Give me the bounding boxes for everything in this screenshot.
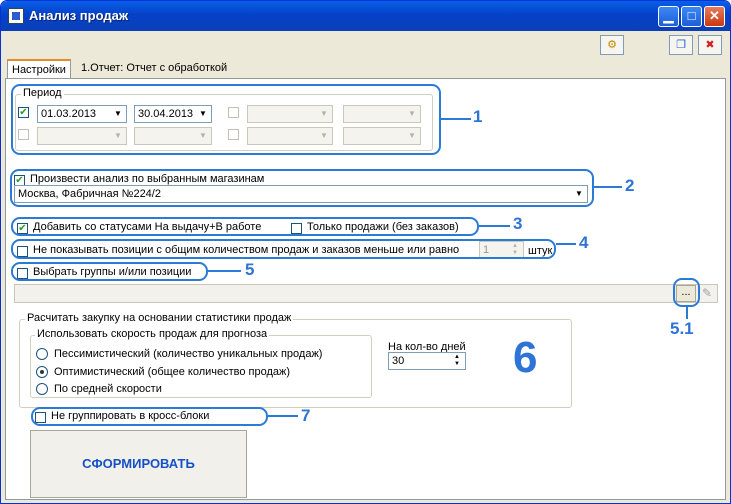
title-bar: Анализ продаж ▁ □ ✕	[1, 1, 730, 31]
paperclip-icon[interactable]: ✎	[698, 285, 716, 302]
callout-line-4	[556, 243, 576, 245]
settings-panel: Период ✔ 01.03.2013 ▼ 30.04.2013 ▼ ▼ ▼ ▼ ▼…	[5, 78, 726, 500]
callout-number-5-1: 5.1	[670, 319, 694, 338]
callout-line-2	[594, 186, 622, 188]
callout-line-5	[208, 270, 241, 272]
callout-box-3	[11, 217, 479, 236]
callout-number-2: 2	[625, 176, 635, 195]
app-icon	[8, 8, 24, 24]
main-window: Анализ продаж ▁ □ ✕ ⚙ ❐ ✖ Настройки 1.От…	[0, 0, 731, 504]
days-stepper[interactable]: 30 ▲ ▼	[388, 352, 466, 370]
callout-line-3	[479, 225, 510, 227]
radio-optimistic-label: Оптимистический (общее количество продаж…	[54, 366, 291, 378]
callout-number-5: 5	[245, 260, 255, 279]
callout-number-7: 7	[301, 406, 311, 425]
callout-number-3: 3	[513, 214, 523, 233]
callout-box-2	[10, 169, 594, 207]
radio-pessimistic-label: Пессимистический (количество уникальных …	[54, 348, 323, 360]
callout-number-1: 1	[473, 107, 483, 126]
callout-line-7	[268, 415, 298, 417]
copy-window-icon[interactable]: ❐	[669, 35, 693, 55]
maximize-button[interactable]: □	[681, 6, 702, 27]
callout-box-5	[11, 262, 208, 281]
callout-line-1	[441, 118, 471, 120]
settings-icon[interactable]: ⚙	[600, 35, 624, 55]
speed-title: Использовать скорость продаж для прогноз…	[35, 328, 270, 340]
radio-average-label: По средней скорости	[54, 383, 162, 395]
groups-selection-field[interactable]	[14, 284, 718, 303]
radio-pessimistic[interactable]	[36, 348, 48, 360]
tab-settings[interactable]: Настройки	[7, 59, 71, 79]
tab-report[interactable]: 1.Отчет: Отчет с обработкой	[77, 59, 231, 79]
generate-button[interactable]: СФОРМИРОВАТЬ	[30, 430, 247, 498]
close-button[interactable]: ✕	[704, 6, 725, 27]
radio-average[interactable]	[36, 383, 48, 395]
days-value: 30	[392, 355, 405, 367]
window-title: Анализ продаж	[29, 8, 129, 23]
callout-box-4	[11, 239, 556, 259]
callout-box-7	[31, 407, 268, 426]
purchase-title: Расчитать закупку на основании статистик…	[25, 312, 294, 324]
callout-box-1	[11, 84, 441, 155]
callout-box-5-1	[673, 278, 700, 307]
callout-line-5-1	[686, 307, 688, 319]
callout-number-6: 6	[513, 333, 538, 382]
spin-arrows-icon: ▲ ▼	[454, 354, 460, 367]
exit-icon[interactable]: ✖	[698, 35, 722, 55]
minimize-button[interactable]: ▁	[658, 6, 679, 27]
callout-number-4: 4	[579, 233, 589, 252]
radio-optimistic[interactable]	[36, 366, 48, 378]
